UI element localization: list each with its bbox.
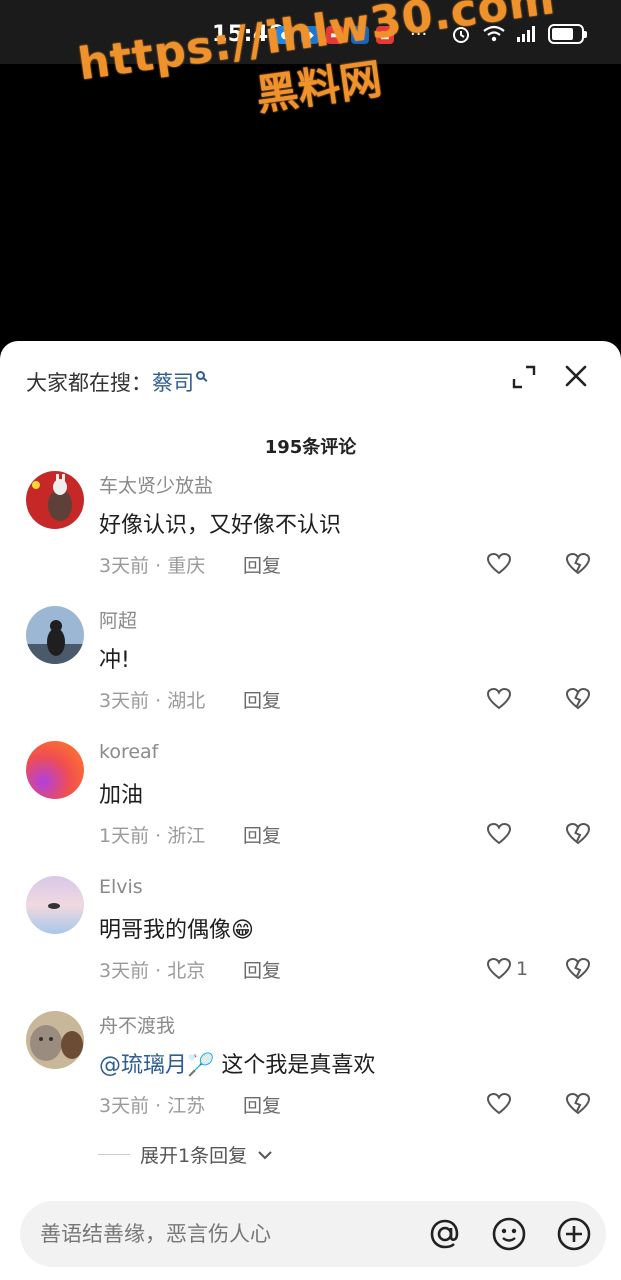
emoji-icon[interactable] [491,1216,527,1252]
broken-heart-icon[interactable] [565,686,591,712]
comment-item: Elvis 明哥我的偶像😁 3天前 · 北京 回复 1 [0,876,621,996]
divider [98,1154,130,1155]
comment-item: 车太贤少放盐 好像认识，又好像不认识 3天前 · 重庆 回复 [0,471,621,591]
comment-meta: 3天前 · 江苏 [99,1095,206,1117]
comment-count: 195条评论 [264,437,357,458]
like-button[interactable] [486,551,516,577]
comment-meta: 1天前 · 浙江 [99,825,206,847]
avatar[interactable] [26,1011,84,1069]
comment-meta: 3天前 · 湖北 [99,690,206,712]
comment-item: 舟不渡我 @琉璃月🏸 这个我是真喜欢 3天前 · 江苏 回复 [0,1011,621,1131]
avatar[interactable] [26,741,84,799]
heart-icon [486,957,512,980]
mention-icon[interactable] [427,1216,463,1252]
broken-heart-icon[interactable] [565,551,591,577]
comment-input[interactable] [40,1201,420,1267]
battery-icon [548,24,587,44]
comment-username[interactable]: koreaf [99,741,158,763]
reply-button[interactable]: 回复 [243,1091,281,1118]
comment-item: koreaf 加油 1天前 · 浙江 回复 [0,741,621,861]
comment-username[interactable]: 舟不渡我 [99,1011,175,1038]
chevron-down-icon [258,1150,272,1159]
broken-heart-icon[interactable] [565,1091,591,1117]
comment-text: 明哥我的偶像😁 [99,918,254,943]
avatar[interactable] [26,606,84,664]
heart-icon [486,1092,512,1115]
like-button[interactable]: 1 [486,956,528,982]
comment-username[interactable]: 阿超 [99,606,137,633]
reply-button[interactable]: 回复 [243,956,281,983]
reply-button[interactable]: 回复 [243,551,281,578]
trending-search[interactable]: 大家都在搜：蔡司 [26,367,205,397]
heart-icon [486,822,512,845]
mention-link[interactable]: @琉璃月 [99,1053,187,1078]
comment-text-body: 🏸 这个我是真喜欢 [187,1053,376,1078]
comment-username[interactable]: Elvis [99,876,143,898]
comment-text: 好像认识，又好像不认识 [99,513,342,538]
close-icon[interactable] [563,363,589,389]
broken-heart-icon[interactable] [565,956,591,982]
like-button[interactable] [486,821,516,847]
broken-heart-icon[interactable] [565,821,591,847]
add-icon[interactable] [556,1216,592,1252]
comment-sheet: 大家都在搜：蔡司 195条评论 车太贤少放盐 好像认识，又好像不认识 3天前 ·… [0,341,621,1280]
comment-text: @琉璃月🏸 这个我是真喜欢 [99,1047,375,1079]
comment-text: 冲! [99,648,130,673]
expand-replies-button[interactable]: 展开1条回复 [98,1141,273,1168]
comment-meta: 3天前 · 北京 [99,960,206,982]
expand-replies-label: 展开1条回复 [140,1145,248,1167]
comment-item: 阿超 冲! 3天前 · 湖北 回复 [0,606,621,726]
comment-meta: 3天前 · 重庆 [99,555,206,577]
search-icon [196,371,205,380]
reply-button[interactable]: 回复 [243,686,281,713]
comment-input-bar [20,1201,606,1267]
like-button[interactable] [486,1091,516,1117]
comment-text: 加油 [99,783,144,808]
fullscreen-icon[interactable] [512,365,536,389]
trending-search-prefix: 大家都在搜： [26,371,152,395]
like-count: 1 [516,958,529,980]
heart-icon [486,552,512,575]
avatar[interactable] [26,471,84,529]
reply-button[interactable]: 回复 [243,821,281,848]
heart-icon [486,687,512,710]
avatar[interactable] [26,876,84,934]
comment-username[interactable]: 车太贤少放盐 [99,471,213,498]
trending-search-term[interactable]: 蔡司 [152,371,194,395]
like-button[interactable] [486,686,516,712]
